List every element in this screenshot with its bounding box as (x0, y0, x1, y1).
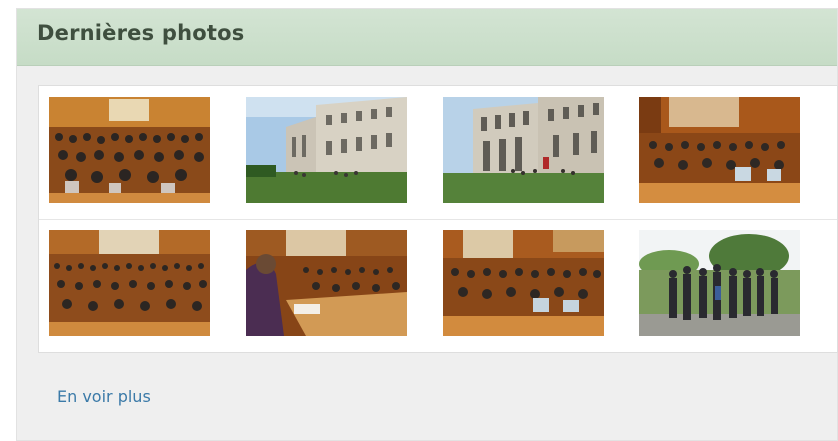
lecture-hall-audience-image (639, 97, 800, 203)
photo-thumbnail-7[interactable] (443, 230, 604, 336)
latest-photos-widget: Dernières photos En voir plus (16, 8, 838, 441)
lecture-hall-audience-image (49, 97, 210, 203)
photo-thumbnail-2[interactable] (246, 97, 407, 203)
widget-title: Dernières photos (37, 21, 245, 45)
lecture-speaker-image (246, 230, 407, 336)
photo-thumbnail-6[interactable] (246, 230, 407, 336)
see-more-link[interactable]: En voir plus (57, 387, 151, 406)
building-courtyard-image (246, 97, 407, 203)
photo-thumbnail-5[interactable] (49, 230, 210, 336)
photo-thumbnail-4[interactable] (639, 97, 800, 203)
photo-gallery (38, 85, 838, 353)
outdoor-group-image (639, 230, 800, 336)
row-divider (39, 219, 837, 220)
widget-header: Dernières photos (17, 9, 837, 66)
lecture-hall-audience-image (49, 230, 210, 336)
photo-thumbnail-1[interactable] (49, 97, 210, 203)
photo-thumbnail-3[interactable] (443, 97, 604, 203)
lecture-hall-audience-image (443, 230, 604, 336)
building-courtyard-image (443, 97, 604, 203)
photo-thumbnail-8[interactable] (639, 230, 800, 336)
